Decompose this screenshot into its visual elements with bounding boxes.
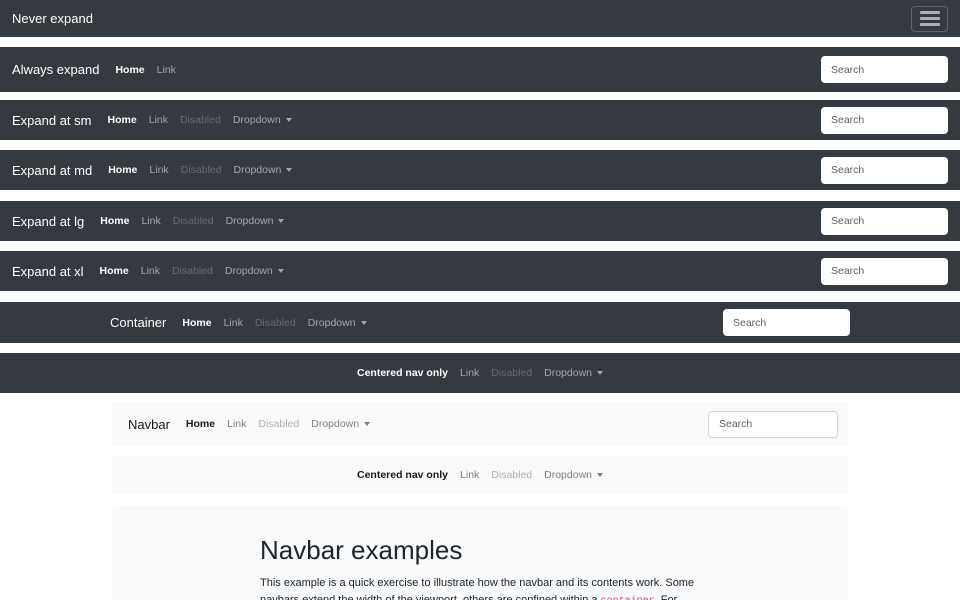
navbar-nav: Home Link Disabled Dropdown <box>102 114 298 126</box>
inline-code: container <box>601 596 655 600</box>
main-content: Navbar Home Link Disabled Dropdown Cente… <box>112 402 848 600</box>
search-input[interactable] <box>723 309 850 336</box>
navbar-container-inner: Container Home Link Disabled Dropdown <box>110 302 850 343</box>
nav-item-dropdown[interactable]: Dropdown <box>302 317 373 329</box>
caret-down-icon <box>364 422 370 426</box>
nav-item-dropdown[interactable]: Dropdown <box>227 114 298 126</box>
navbar-centered-light: Centered nav only Link Disabled Dropdown <box>112 456 848 494</box>
search-input[interactable] <box>708 411 838 438</box>
dropdown-label: Dropdown <box>234 164 282 176</box>
nav-item-home[interactable]: Home <box>176 317 217 329</box>
nav-item-home[interactable]: Home <box>180 418 221 430</box>
navbar-nav: Home Link Disabled Dropdown <box>102 164 298 176</box>
navbar-nav: Home Link Disabled Dropdown <box>176 317 372 329</box>
nav-item-link[interactable]: Link <box>454 367 485 379</box>
dropdown-label: Dropdown <box>308 317 356 329</box>
nav-item-disabled: Disabled <box>485 469 538 481</box>
dropdown-label: Dropdown <box>225 265 273 277</box>
jumbotron-column: Navbar examples This example is a quick … <box>260 535 700 600</box>
nav-item-home[interactable]: Home <box>102 114 143 126</box>
navbar-brand[interactable]: Expand at md <box>12 163 92 178</box>
search-input[interactable] <box>821 258 948 285</box>
navbar-expand-md: Expand at md Home Link Disabled Dropdown <box>0 150 960 190</box>
jumbotron: Navbar examples This example is a quick … <box>112 505 848 600</box>
navbar-expand-xl: Expand at xl Home Link Disabled Dropdown <box>0 251 960 291</box>
navbar-nav: Home Link Disabled Dropdown <box>180 418 376 430</box>
navbar-always-expand: Always expand Home Link <box>0 47 960 92</box>
navbar-container: Container Home Link Disabled Dropdown <box>0 302 960 343</box>
paragraph-text: navbars extend the width of the viewport… <box>260 594 601 600</box>
nav-item-link[interactable]: Link <box>143 114 174 126</box>
navbar-nav: Home Link Disabled Dropdown <box>94 215 290 227</box>
nav-item-home[interactable]: Home <box>102 164 143 176</box>
hamburger-icon <box>920 11 940 14</box>
nav-item-disabled: Disabled <box>175 164 228 176</box>
caret-down-icon <box>597 473 603 477</box>
nav-item-link[interactable]: Link <box>454 469 485 481</box>
hamburger-icon <box>920 17 940 20</box>
nav-item-link[interactable]: Link <box>218 317 249 329</box>
nav-item-link[interactable]: Link <box>221 418 252 430</box>
nav-item-link[interactable]: Link <box>135 215 166 227</box>
paragraph-text: . For <box>655 594 678 600</box>
navbar-nav: Home Link <box>109 64 181 76</box>
navbar-brand[interactable]: Expand at xl <box>12 264 84 279</box>
nav-item-dropdown[interactable]: Dropdown <box>305 418 376 430</box>
navbar-nav: Centered nav only Link Disabled Dropdown <box>351 367 609 379</box>
navbar-toggler-button[interactable] <box>911 6 948 32</box>
search-input[interactable] <box>821 56 948 83</box>
caret-down-icon <box>597 371 603 375</box>
navbar-brand[interactable]: Navbar <box>128 417 170 432</box>
hamburger-icon <box>920 23 940 26</box>
nav-item-dropdown[interactable]: Dropdown <box>220 215 291 227</box>
nav-item-link[interactable]: Link <box>135 265 166 277</box>
nav-item-disabled: Disabled <box>174 114 227 126</box>
nav-item-dropdown[interactable]: Dropdown <box>538 367 609 379</box>
search-input[interactable] <box>821 107 948 134</box>
navbar-never-expand: Never expand <box>0 0 960 37</box>
nav-item-disabled: Disabled <box>166 265 219 277</box>
navbar-brand[interactable]: Expand at lg <box>12 214 84 229</box>
nav-item-link[interactable]: Link <box>143 164 174 176</box>
dropdown-label: Dropdown <box>233 114 281 126</box>
navbar-brand[interactable]: Never expand <box>12 11 93 26</box>
nav-item-home[interactable]: Home <box>109 64 150 76</box>
nav-item-dropdown[interactable]: Dropdown <box>538 469 609 481</box>
nav-item-home[interactable]: Home <box>94 265 135 277</box>
nav-item-link[interactable]: Link <box>151 64 182 76</box>
nav-item-dropdown[interactable]: Dropdown <box>228 164 299 176</box>
navbar-nav: Home Link Disabled Dropdown <box>94 265 290 277</box>
caret-down-icon <box>286 118 292 122</box>
navbar-brand[interactable]: Expand at sm <box>12 113 92 128</box>
navbar-expand-lg: Expand at lg Home Link Disabled Dropdown <box>0 201 960 241</box>
navbar-expand-sm: Expand at sm Home Link Disabled Dropdown <box>0 100 960 140</box>
navbar-brand[interactable]: Container <box>110 315 166 330</box>
nav-item-disabled: Disabled <box>485 367 538 379</box>
navbar-brand[interactable]: Always expand <box>12 62 99 77</box>
navbar-centered-dark: Centered nav only Link Disabled Dropdown <box>0 353 960 393</box>
caret-down-icon <box>361 321 367 325</box>
dropdown-label: Dropdown <box>544 367 592 379</box>
intro-paragraph: This example is a quick exercise to illu… <box>260 575 700 600</box>
search-input[interactable] <box>821 208 948 235</box>
paragraph-line: This example is a quick exercise to illu… <box>260 575 700 592</box>
caret-down-icon <box>286 168 292 172</box>
nav-item-dropdown[interactable]: Dropdown <box>219 265 290 277</box>
page-title: Navbar examples <box>260 535 700 566</box>
navbar-light: Navbar Home Link Disabled Dropdown <box>112 402 848 446</box>
dropdown-label: Dropdown <box>226 215 274 227</box>
nav-item-centered-brand[interactable]: Centered nav only <box>351 469 454 481</box>
nav-item-centered-brand[interactable]: Centered nav only <box>351 367 454 379</box>
nav-item-disabled: Disabled <box>249 317 302 329</box>
paragraph-line: navbars extend the width of the viewport… <box>260 592 700 600</box>
nav-item-disabled: Disabled <box>167 215 220 227</box>
nav-item-home[interactable]: Home <box>94 215 135 227</box>
dropdown-label: Dropdown <box>544 469 592 481</box>
search-input[interactable] <box>821 157 948 184</box>
caret-down-icon <box>278 269 284 273</box>
dropdown-label: Dropdown <box>311 418 359 430</box>
caret-down-icon <box>278 219 284 223</box>
navbar-nav: Centered nav only Link Disabled Dropdown <box>351 469 609 481</box>
nav-item-disabled: Disabled <box>252 418 305 430</box>
